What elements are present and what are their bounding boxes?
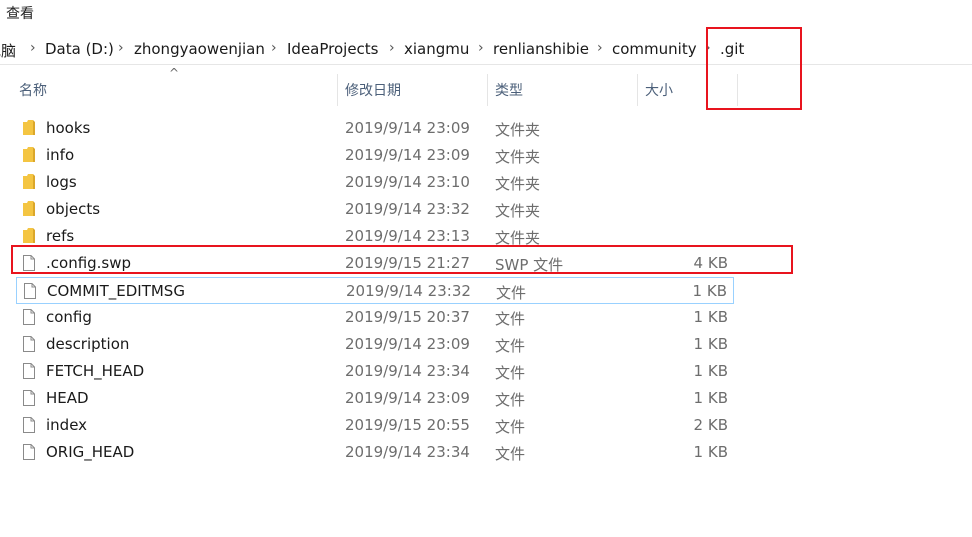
breadcrumb-separator[interactable]: › (271, 40, 277, 56)
breadcrumb-renlianshibie[interactable]: renlianshibie (493, 40, 589, 58)
breadcrumb-separator[interactable]: › (389, 40, 395, 56)
file-type: 文件夹 (495, 148, 541, 166)
column-header-type[interactable]: 类型 (495, 80, 523, 100)
annotation-box-config-swp (11, 245, 793, 274)
sort-ascending-icon: ^ (169, 66, 180, 80)
breadcrumb-community[interactable]: community (612, 40, 697, 58)
breadcrumb-xiangmu[interactable]: xiangmu (404, 40, 469, 58)
breadcrumb-separator[interactable]: › (30, 40, 36, 56)
file-type: 文件 (495, 310, 526, 328)
file-name: index (46, 416, 88, 434)
file-size: 1 KB (693, 362, 728, 380)
file-name: info (46, 146, 75, 164)
file-modified: 2019/9/14 23:32 (345, 200, 470, 218)
file-size: 2 KB (693, 416, 728, 434)
file-modified: 2019/9/14 23:13 (345, 227, 470, 245)
folder-icon (22, 227, 36, 245)
file-icon (22, 416, 36, 434)
file-icon (22, 362, 36, 380)
file-row[interactable]: info 2019/9/14 23:09 文件夹 (16, 142, 734, 169)
file-row[interactable]: objects 2019/9/14 23:32 文件夹 (16, 196, 734, 223)
file-name: objects (46, 200, 101, 218)
file-type: 文件 (495, 337, 526, 355)
file-row[interactable]: FETCH_HEAD 2019/9/14 23:34 文件 1 KB (16, 358, 734, 385)
file-modified: 2019/9/14 23:10 (345, 173, 470, 191)
file-type: 文件夹 (495, 121, 541, 139)
file-name: FETCH_HEAD (46, 362, 145, 380)
file-name: config (46, 308, 92, 326)
file-name: description (46, 335, 130, 353)
file-icon (22, 443, 36, 461)
breadcrumb-separator[interactable]: › (597, 40, 603, 56)
file-row[interactable]: index 2019/9/15 20:55 文件 2 KB (16, 412, 734, 439)
folder-icon (22, 173, 36, 191)
file-size: 1 KB (693, 308, 728, 326)
file-name: logs (46, 173, 77, 191)
file-modified: 2019/9/14 23:09 (345, 389, 470, 407)
file-modified: 2019/9/14 23:34 (345, 443, 470, 461)
breadcrumb-this-pc[interactable]: 电脑 (0, 40, 16, 61)
file-name: refs (46, 227, 75, 245)
file-name: HEAD (46, 389, 89, 407)
file-type: 文件 (495, 418, 526, 436)
annotation-box-git-path (706, 27, 802, 110)
file-name: hooks (46, 119, 91, 137)
column-divider[interactable] (487, 74, 488, 106)
column-header-name[interactable]: 名称 (19, 80, 47, 100)
file-size: 1 KB (693, 335, 728, 353)
file-row[interactable]: HEAD 2019/9/14 23:09 文件 1 KB (16, 385, 734, 412)
breadcrumb-zhongyaowenjian[interactable]: zhongyaowenjian (134, 40, 265, 58)
file-icon (22, 389, 36, 407)
file-row[interactable]: description 2019/9/14 23:09 文件 1 KB (16, 331, 734, 358)
file-type: 文件夹 (495, 202, 541, 220)
file-row[interactable]: config 2019/9/15 20:37 文件 1 KB (16, 304, 734, 331)
address-bar[interactable]: 电脑 › Data (D:) › zhongyaowenjian › IdeaP… (0, 34, 972, 65)
folder-icon (22, 146, 36, 164)
file-modified: 2019/9/14 23:32 (346, 282, 471, 300)
file-icon (22, 335, 36, 353)
column-header-size[interactable]: 大小 (645, 80, 673, 100)
folder-icon (22, 200, 36, 218)
file-type: 文件夹 (495, 175, 541, 193)
breadcrumb-drive-d[interactable]: Data (D:) (45, 40, 114, 58)
file-modified: 2019/9/14 23:09 (345, 335, 470, 353)
file-size: 1 KB (692, 282, 727, 300)
file-row[interactable]: logs 2019/9/14 23:10 文件夹 (16, 169, 734, 196)
file-modified: 2019/9/15 20:37 (345, 308, 470, 326)
breadcrumb-separator[interactable]: › (118, 40, 124, 56)
ribbon-tab-view[interactable]: 查看 (6, 3, 34, 23)
breadcrumb-separator[interactable]: › (478, 40, 484, 56)
breadcrumb-ideaprojects[interactable]: IdeaProjects (287, 40, 379, 58)
file-type: 文件 (496, 284, 527, 302)
file-row[interactable]: COMMIT_EDITMSG 2019/9/14 23:32 文件 1 KB (16, 277, 734, 304)
column-header-modified[interactable]: 修改日期 (345, 80, 401, 100)
file-type: 文件 (495, 391, 526, 409)
file-size: 1 KB (693, 389, 728, 407)
file-type: 文件 (495, 364, 526, 382)
file-name: COMMIT_EDITMSG (47, 282, 185, 300)
file-modified: 2019/9/14 23:34 (345, 362, 470, 380)
file-row[interactable]: ORIG_HEAD 2019/9/14 23:34 文件 1 KB (16, 439, 734, 466)
file-modified: 2019/9/14 23:09 (345, 119, 470, 137)
file-type: 文件 (495, 445, 526, 463)
file-name: ORIG_HEAD (46, 443, 135, 461)
column-divider[interactable] (337, 74, 338, 106)
file-icon (22, 308, 36, 326)
file-icon (23, 282, 37, 300)
folder-icon (22, 119, 36, 137)
file-modified: 2019/9/15 20:55 (345, 416, 470, 434)
column-divider[interactable] (637, 74, 638, 106)
file-row[interactable]: hooks 2019/9/14 23:09 文件夹 (16, 115, 734, 142)
file-size: 1 KB (693, 443, 728, 461)
file-modified: 2019/9/14 23:09 (345, 146, 470, 164)
